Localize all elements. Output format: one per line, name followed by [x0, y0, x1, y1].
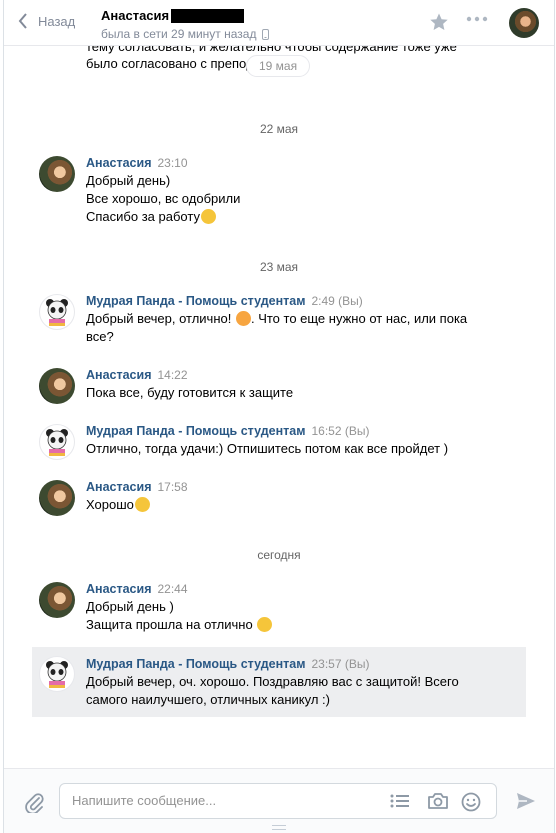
message-line-text: Защита прошла на отлично	[86, 617, 257, 632]
message-time[interactable]: 23:57 (Вы)	[311, 657, 369, 671]
message: Анастасия 17:58 Хорошо	[32, 478, 526, 516]
template-list-icon[interactable]	[390, 793, 410, 809]
avatar[interactable]	[39, 156, 75, 192]
redacted-surname	[171, 8, 245, 23]
message-line: Добрый вечер, отлично! . Что то еще нужн…	[86, 310, 526, 328]
message-line-text: . Что то еще нужно от нас, или пока	[250, 311, 468, 326]
floating-date-badge: 19 мая	[246, 55, 311, 77]
avatar[interactable]	[39, 368, 75, 404]
avatar[interactable]	[39, 294, 75, 330]
panda-icon	[46, 429, 68, 456]
message-time[interactable]: 16:52 (Вы)	[311, 424, 369, 438]
message: Мудрая Панда - Помощь студентам 16:52 (Вы…	[32, 422, 526, 460]
message-line: Все хорошо, вс одобрили	[86, 191, 241, 206]
message: Анастасия 14:22 Пока все, буду готовится …	[32, 366, 526, 404]
message-author[interactable]: Анастасия	[86, 368, 152, 382]
message-selected[interactable]: Мудрая Панда - Помощь студентам 23:57 (Вы…	[32, 647, 526, 717]
message-line-text: Хорошо	[86, 497, 134, 512]
paperclip-icon[interactable]	[24, 791, 44, 813]
peer-status: была в сети 29 минут назад	[101, 27, 270, 41]
message-author[interactable]: Мудрая Панда - Помощь студентам	[86, 657, 305, 671]
message-time[interactable]: 2:49 (Вы)	[311, 294, 362, 308]
peer-status-text: была в сети 29 минут назад	[101, 27, 257, 41]
message-line: Спасибо за работу	[86, 208, 526, 226]
panda-icon	[46, 299, 68, 326]
message-author[interactable]: Мудрая Панда - Помощь студентам	[86, 294, 305, 308]
date-separator: сегодня	[257, 548, 301, 562]
message: Анастасия 23:10 Добрый день) Все хорошо, …	[32, 154, 526, 226]
avatar[interactable]	[39, 480, 75, 516]
message-input[interactable]	[72, 793, 372, 808]
date-separator: 23 мая	[259, 260, 299, 274]
back-label: Назад	[38, 13, 76, 29]
peer-name-text: Анастасия	[101, 8, 170, 23]
message-author[interactable]: Анастасия	[86, 480, 152, 494]
message-line: Хорошо	[86, 496, 526, 514]
message-line-text: Добрый вечер, отлично!	[86, 311, 235, 326]
more-icon[interactable]	[466, 16, 488, 22]
message-history[interactable]: тему согласовать, и желательно чтобы сод…	[4, 46, 554, 768]
panda-icon	[46, 661, 68, 688]
message-time[interactable]: 14:22	[158, 368, 188, 382]
peer-name[interactable]: Анастасия	[101, 8, 245, 23]
chat-header: Назад Анастасия была в сети 29 минут наз…	[4, 0, 554, 46]
camera-icon[interactable]	[427, 792, 449, 810]
message-author[interactable]: Мудрая Панда - Помощь студентам	[86, 424, 305, 438]
message-composer	[4, 768, 554, 833]
message-author[interactable]: Анастасия	[86, 156, 152, 170]
back-button[interactable]: Назад	[18, 13, 75, 29]
message: Мудрая Панда - Помощь студентам 2:49 (Вы)…	[32, 292, 526, 346]
message-time[interactable]: 17:58	[158, 480, 188, 494]
peer-avatar[interactable]	[509, 8, 539, 38]
message-line: Добрый день )	[86, 599, 174, 614]
smile-emoji-icon	[134, 497, 150, 512]
message-time[interactable]: 22:44	[158, 582, 188, 596]
message: Анастасия 22:44 Добрый день ) Защита прош…	[32, 580, 526, 634]
smile-icon[interactable]	[461, 792, 481, 812]
message-line: самого наилучшего, отличных каникул :)	[86, 692, 330, 707]
smiling-hearts-emoji-icon	[235, 311, 251, 326]
message-line: Добрый день)	[86, 173, 171, 188]
message-line: все?	[86, 329, 114, 344]
avatar[interactable]	[39, 582, 75, 618]
message-input-box[interactable]	[59, 783, 497, 819]
avatar[interactable]	[39, 656, 75, 692]
star-icon[interactable]	[429, 12, 449, 32]
back-chevron-icon	[18, 13, 27, 29]
chat-window: Назад Анастасия была в сети 29 минут наз…	[3, 0, 555, 833]
smile-emoji-icon	[257, 617, 273, 632]
date-separator: 22 мая	[259, 122, 299, 136]
flushed-emoji-icon	[200, 209, 216, 224]
message-line: Отлично, тогда удачи:) Отпишитесь потом …	[86, 441, 449, 456]
resize-handle[interactable]	[272, 825, 286, 830]
message-line: Добрый вечер, оч. хорошо. Поздравляю вас…	[86, 674, 459, 689]
send-icon[interactable]	[516, 792, 536, 810]
avatar[interactable]	[39, 424, 75, 460]
message-author[interactable]: Анастасия	[86, 582, 152, 596]
message-line: Пока все, буду готовится к защите	[86, 385, 294, 400]
message-time[interactable]: 23:10	[158, 156, 188, 170]
message-line-text: Спасибо за работу	[86, 209, 200, 224]
message-line: Защита прошла на отлично	[86, 616, 526, 634]
phone-icon	[262, 28, 270, 40]
